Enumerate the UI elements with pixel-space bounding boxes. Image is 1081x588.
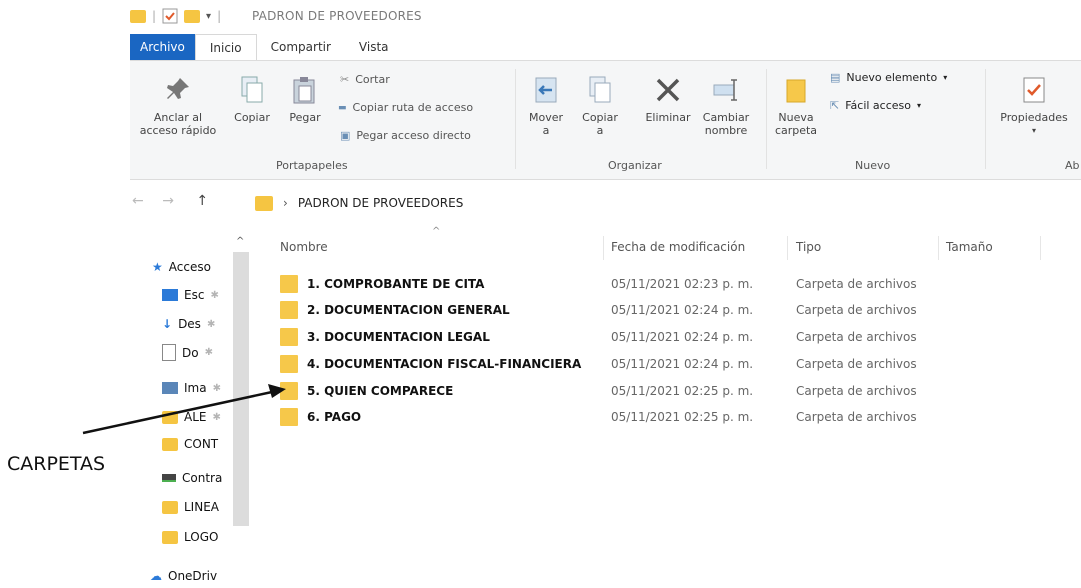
annotation-label: CARPETAS [7, 453, 106, 475]
annotation-arrow [82, 384, 286, 435]
